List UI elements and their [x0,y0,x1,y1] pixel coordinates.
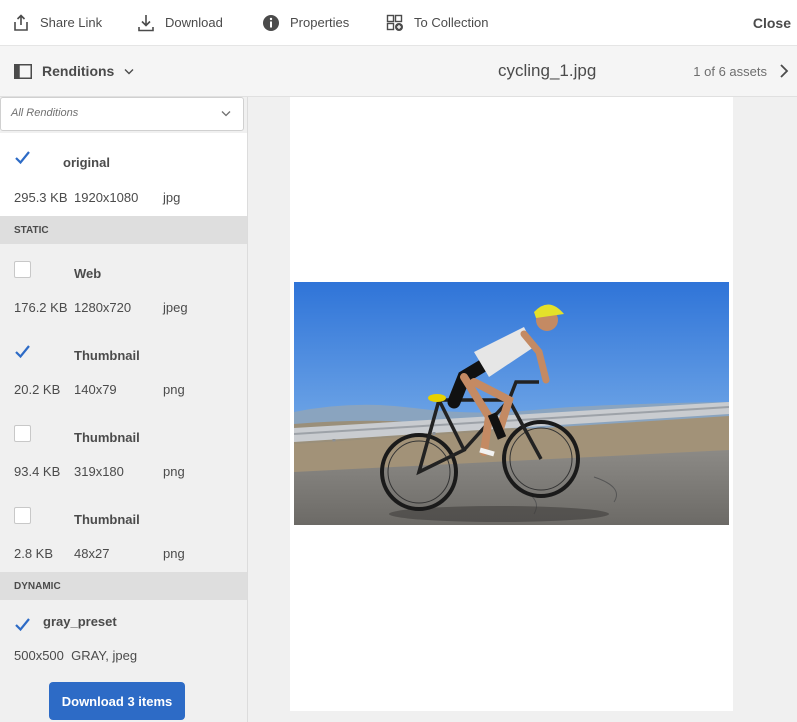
rendition-name: original [63,155,110,170]
rendition-dims: 1920x1080 [74,190,139,205]
download-label: Download [165,15,223,30]
share-icon [14,13,28,31]
rendition-format: png [163,546,185,561]
rendition-original-row: original 295.3 KB 1920x1080 jpg [0,133,247,216]
rail-toggle-icon [14,63,32,79]
rendition-meta: 500x500 GRAY, jpeg [14,648,138,663]
download-items-button[interactable]: Download 3 items [49,682,185,720]
rendition-checkbox[interactable] [14,343,31,360]
rendition-name: Thumbnail [74,512,140,527]
rendition-size: 295.3 KB [14,190,68,205]
rendition-dims: 319x180 [74,464,124,479]
rendition-name: Thumbnail [74,348,140,363]
section-header-static: STATIC [0,216,247,244]
rendition-name: Web [74,266,102,281]
renditions-filter-select[interactable]: All Renditions [0,97,244,131]
close-button[interactable]: Close [753,0,791,45]
chevron-down-icon [124,68,134,74]
rendition-size: 93.4 KB [14,464,61,479]
rendition-size: 176.2 KB [14,300,68,315]
renditions-label: Renditions [42,63,115,79]
to-collection-button[interactable]: To Collection [386,0,488,45]
renditions-toggle[interactable]: Renditions [14,46,134,96]
rendition-checkbox[interactable] [14,261,31,278]
download-icon [138,14,154,31]
rendition-format: jpeg [163,300,188,315]
download-button[interactable]: Download [137,0,223,45]
rendition-original-checkbox[interactable] [14,149,31,166]
share-link-label: Share Link [40,15,103,30]
rendition-dims: 48x27 [74,546,110,561]
rendition-format: png [163,382,185,397]
info-icon [263,14,279,31]
chevron-down-icon [221,111,231,117]
asset-count: 1 of 6 assets [693,63,767,79]
rendition-size: 20.2 KB [14,382,61,397]
filter-placeholder: All Renditions [11,107,79,119]
rendition-format: png [163,464,185,479]
rendition-format: jpg [163,190,181,205]
asset-preview-image [294,282,729,525]
rendition-checkbox[interactable] [14,507,31,524]
rendition-name: gray_preset [43,614,117,629]
properties-label: Properties [290,15,350,30]
renditions-panel: All Renditions original 295.3 KB 1920x10… [0,97,248,722]
share-link-button[interactable]: Share Link [12,0,102,45]
chevron-right-icon[interactable] [775,62,793,80]
rendition-checkbox[interactable] [14,425,31,442]
rendition-dims: 140x79 [74,382,117,397]
to-collection-label: To Collection [414,15,489,30]
header-bar: Renditions cycling_1.jpg 1 of 6 assets [0,46,797,97]
add-to-collection-icon [386,14,403,31]
rendition-name: Thumbnail [74,430,140,445]
section-header-dynamic: DYNAMIC [0,572,247,600]
rendition-size: 2.8 KB [14,546,54,561]
rendition-dims: 1280x720 [74,300,132,315]
action-bar: Share Link Download Properties To Collec… [0,0,797,46]
properties-button[interactable]: Properties [262,0,349,45]
rendition-checkbox[interactable] [14,616,31,633]
